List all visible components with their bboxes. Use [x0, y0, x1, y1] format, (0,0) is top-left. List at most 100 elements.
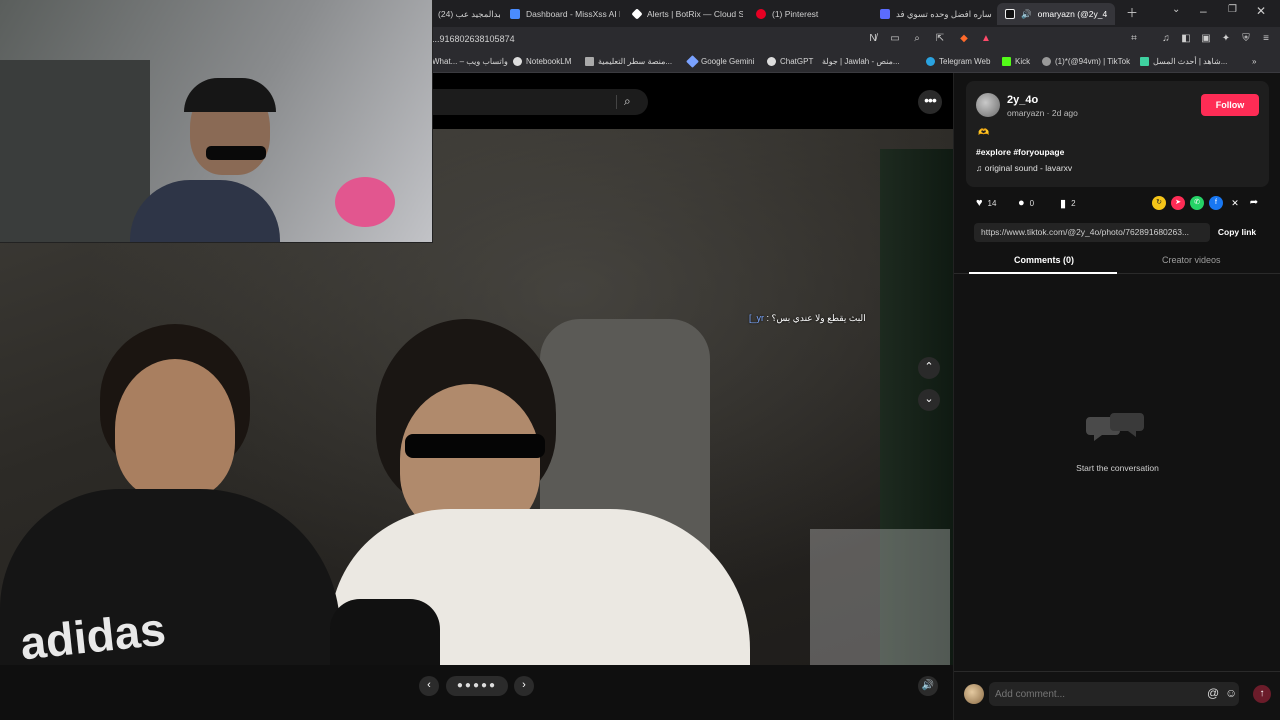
tab-label: عبدالمجيد عب (24)	[438, 8, 500, 19]
follow-button[interactable]: Follow	[1201, 94, 1259, 116]
post-comment-button[interactable]: ↑	[1253, 685, 1271, 703]
bookmark-icon: ▮	[1060, 198, 1067, 210]
bookmark-item[interactable]: جولة | Jawlah - منص...	[822, 57, 900, 66]
tab-creator-videos[interactable]: Creator videos	[1162, 255, 1221, 265]
octopus-plush	[335, 177, 395, 227]
webcam-bg-shape	[0, 60, 150, 242]
more-bookmarks-icon[interactable]: »	[1252, 57, 1256, 66]
satr-icon	[585, 57, 594, 66]
comment-count: 0	[1029, 198, 1035, 208]
vpn-icon[interactable]: ⛨	[1240, 33, 1252, 45]
bookmark-label: (1)*(@94vm) | TikTok	[1055, 57, 1131, 66]
active-tab-indicator	[969, 272, 1117, 274]
bookmark-label: شاهد | أحدث المسل...	[1153, 57, 1228, 66]
like-button[interactable]: ♥ 14	[976, 197, 996, 209]
bookmark-label: Kick	[1015, 57, 1031, 66]
comment-composer: @ ☺ ↑	[954, 671, 1280, 720]
bookmark-item[interactable]: Google Gemini	[686, 55, 754, 68]
bookmark-item[interactable]: Kick	[1002, 57, 1030, 66]
search-bar[interactable]: ⌕	[432, 89, 648, 115]
copy-link-button[interactable]: Copy link	[1212, 223, 1262, 242]
send-icon[interactable]: ➤	[1171, 196, 1185, 210]
leo-ai-icon[interactable]: ✦	[1220, 33, 1232, 45]
search-icon[interactable]: ⌕	[624, 94, 631, 109]
bookmark-label: جولة | Jawlah - منص...	[822, 57, 900, 66]
menu-icon[interactable]: ≡	[1260, 33, 1272, 45]
browser-tab[interactable]: (1) Pinterest	[748, 3, 866, 25]
music-note-icon: ♫	[976, 163, 983, 173]
bookmark-label: ChatGPT	[780, 57, 814, 66]
previous-video-button[interactable]: ⌃	[918, 357, 940, 379]
browser-tab[interactable]: عبدالمجيد عب (24)	[430, 3, 500, 25]
maximize-icon[interactable]: ❐	[1228, 4, 1237, 15]
comment-button[interactable]: ● 0	[1018, 197, 1034, 209]
cast-icon[interactable]: ▭	[889, 33, 901, 45]
next-slide-button[interactable]: ›	[514, 676, 534, 696]
slide-indicator[interactable]: ●●●●●	[446, 676, 508, 696]
browser-tab-active[interactable]: 🔊 omaryazn (@2y_4 ✕	[997, 3, 1115, 25]
whatsapp-icon[interactable]: ✆	[1190, 196, 1204, 210]
hashtags[interactable]: #explore #foryoupage	[976, 147, 1064, 157]
tab-favicon-icon	[510, 9, 520, 19]
webcam-overlay	[0, 0, 433, 243]
wallet-icon[interactable]: ▣	[1200, 33, 1212, 45]
person-face	[115, 359, 235, 499]
bookmark-item[interactable]: NotebookLM	[513, 57, 571, 66]
bookmark-item[interactable]: Telegram Web	[926, 57, 990, 66]
tab-label: Dashboard - MissXss AI B	[526, 9, 620, 19]
more-options-button[interactable]: •••	[918, 90, 942, 114]
empty-comments-text: Start the conversation	[1076, 463, 1159, 473]
browser-tab[interactable]: ساره افضل وحده تسوي فد	[872, 3, 994, 25]
comment-input-wrapper: @ ☺	[989, 682, 1239, 706]
new-tab-icon[interactable]: ＋	[1126, 4, 1138, 21]
bookmark-label: Telegram Web	[939, 57, 991, 66]
share-icon[interactable]: ⇱	[934, 33, 946, 45]
chat-nick: [_yr	[749, 313, 765, 323]
bookmark-item[interactable]: What... – واتساب ويب	[432, 57, 508, 66]
desk-shape	[810, 529, 950, 665]
volume-icon[interactable]: 🔊	[918, 676, 938, 696]
browser-tab[interactable]: Alerts | BotRix — Cloud St	[625, 3, 743, 25]
emoji-picker-icon[interactable]: ☺	[1225, 686, 1237, 700]
zoom-icon[interactable]: ⌕	[911, 33, 923, 45]
save-button[interactable]: ▮ 2	[1060, 197, 1076, 210]
post-details-panel: 2y_4o omaryazn · 2d ago Follow 🫶 #explor…	[953, 73, 1280, 720]
slide-controls: ‹ ●●●●● › 🔊	[0, 665, 953, 720]
brave-shield-icon[interactable]: ◆	[958, 33, 970, 45]
stream-chat-message: [_yr : البث يقطع ولا عندي بس؟	[749, 313, 866, 324]
x-icon[interactable]: ✕	[1228, 196, 1242, 210]
tab-list-icon[interactable]: ⌄	[1172, 4, 1180, 15]
close-window-icon[interactable]: ✕	[1256, 4, 1266, 18]
heart-icon: ♥	[976, 197, 983, 209]
bookmark-item[interactable]: شاهد | أحدث المسل...	[1140, 57, 1227, 66]
avatar[interactable]	[976, 93, 1000, 117]
previous-slide-button[interactable]: ‹	[419, 676, 439, 696]
sunglasses-shape	[405, 434, 545, 458]
repost-icon[interactable]: ↻	[1152, 196, 1166, 210]
facebook-icon[interactable]: f	[1209, 196, 1223, 210]
minimize-icon[interactable]: –	[1200, 4, 1207, 18]
comment-input[interactable]	[989, 682, 1189, 706]
post-card: 2y_4o omaryazn · 2d ago Follow 🫶 #explor…	[966, 81, 1269, 187]
sidebar-icon[interactable]: ◧	[1180, 33, 1192, 45]
tab-comments[interactable]: Comments (0)	[1014, 255, 1074, 265]
tiktok-favicon-icon	[1005, 9, 1015, 19]
bookmark-item[interactable]: ChatGPT	[767, 57, 813, 66]
media-icon[interactable]: ♫	[1160, 33, 1172, 45]
next-video-button[interactable]: ⌄	[918, 389, 940, 411]
no-translate-icon[interactable]: N̸	[867, 33, 879, 45]
url-text[interactable]: ...916802638105874	[432, 34, 515, 44]
browser-tab[interactable]: Dashboard - MissXss AI B	[502, 3, 620, 25]
username[interactable]: 2y_4o	[1007, 94, 1038, 106]
sound-row[interactable]: ♫ original sound - lavarxv	[976, 163, 1072, 173]
bookmark-item[interactable]: (1)*(@94vm) | TikTok	[1042, 57, 1130, 66]
post-meta[interactable]: omaryazn · 2d ago	[1007, 108, 1078, 118]
post-link-field[interactable]: https://www.tiktok.com/@2y_4o/photo/7628…	[974, 223, 1210, 242]
save-count: 2	[1071, 199, 1076, 208]
rewards-icon[interactable]: ▲	[980, 33, 992, 45]
share-more-icon[interactable]: ➦	[1247, 196, 1261, 210]
gemini-icon	[686, 55, 699, 68]
screenshot-icon[interactable]: ⌗	[1128, 33, 1140, 45]
mention-icon[interactable]: @	[1207, 686, 1219, 700]
bookmark-item[interactable]: منصة سطر التعليمية...	[585, 57, 672, 66]
